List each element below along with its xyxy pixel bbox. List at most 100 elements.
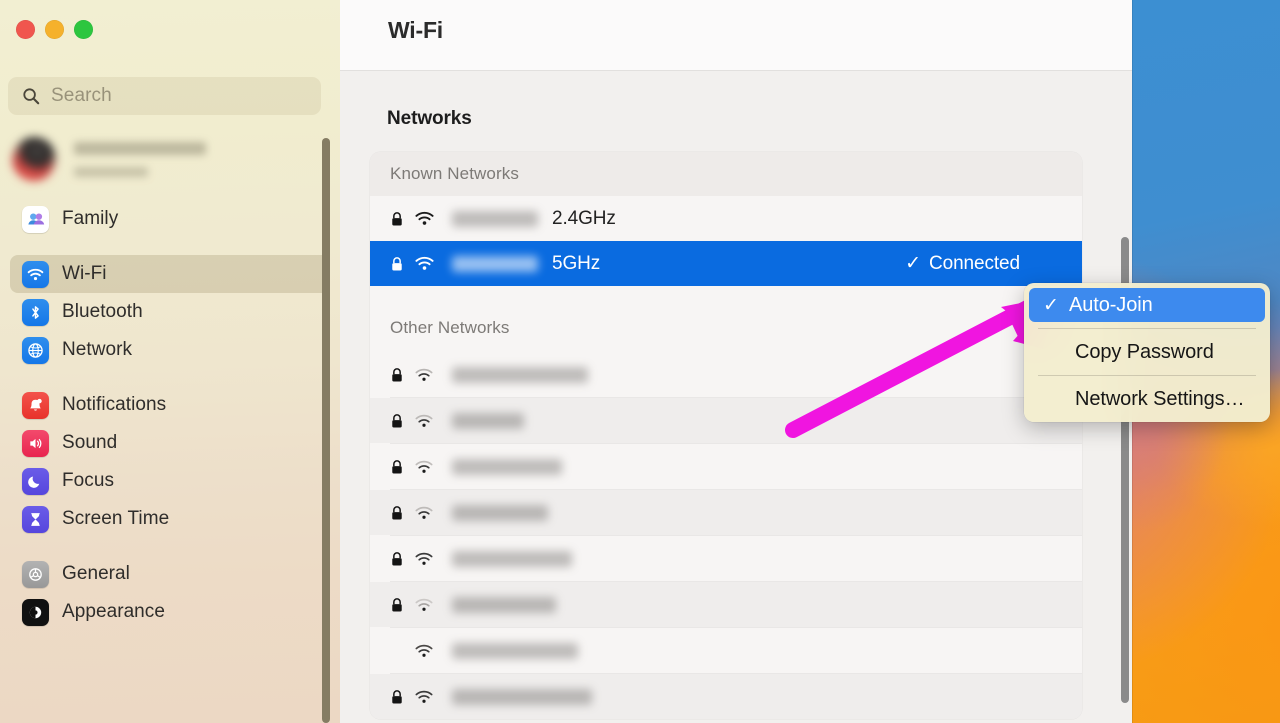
- family-icon: [22, 205, 49, 233]
- sidebar-item-bluetooth[interactable]: Bluetooth: [10, 293, 330, 331]
- lock-icon: [390, 413, 414, 429]
- lock-icon: [390, 551, 414, 567]
- table-row[interactable]: [370, 352, 1082, 397]
- sidebar-group-divider: [0, 538, 340, 555]
- wifi-signal-icon: [414, 459, 448, 475]
- table-row[interactable]: 5GHz ✓ Connected: [370, 241, 1082, 286]
- sidebar-item-screen-time[interactable]: Screen Time: [10, 500, 330, 538]
- lock-icon: [390, 459, 414, 475]
- page-title: Wi-Fi: [388, 17, 443, 43]
- wifi-signal-icon: [414, 367, 448, 383]
- sound-icon: [22, 429, 49, 457]
- menu-separator: [1038, 375, 1256, 376]
- account-name-redacted: [74, 141, 206, 155]
- table-row[interactable]: [370, 444, 1082, 489]
- checkmark-icon: ✓: [905, 253, 921, 274]
- account-row[interactable]: [12, 131, 312, 187]
- account-text: [74, 141, 206, 177]
- notifications-icon: [22, 391, 49, 419]
- menu-item-label: Network Settings…: [1075, 387, 1245, 410]
- sidebar-group-divider: [0, 369, 340, 386]
- search-icon: [22, 87, 40, 105]
- sidebar-item-label: Network: [62, 339, 133, 360]
- sidebar-item-label: General: [62, 563, 130, 584]
- sidebar-item-family[interactable]: Family: [10, 200, 330, 238]
- appearance-icon: [22, 598, 49, 626]
- window-controls: [16, 20, 93, 39]
- ssid-redacted: [452, 596, 556, 613]
- lock-icon: [390, 597, 414, 613]
- section-title: Networks: [387, 108, 472, 129]
- general-gear-icon: [22, 560, 49, 588]
- zoom-button[interactable]: [74, 20, 93, 39]
- lock-icon: [390, 367, 414, 383]
- group-header-known-networks: Known Networks: [370, 152, 1082, 196]
- table-row[interactable]: [370, 490, 1082, 535]
- ssid-redacted: [452, 504, 548, 521]
- search-input[interactable]: Search: [8, 77, 321, 115]
- sidebar: Search Family Wi-Fi Bluetooth Network No…: [0, 0, 340, 723]
- sidebar-group-divider: [0, 238, 340, 255]
- sidebar-item-label: Sound: [62, 432, 118, 453]
- menu-item-label: Auto-Join: [1069, 293, 1153, 316]
- wifi-icon: [22, 260, 49, 288]
- table-row[interactable]: [370, 582, 1082, 627]
- avatar: [12, 137, 56, 181]
- sidebar-item-label: Bluetooth: [62, 301, 143, 322]
- table-row[interactable]: 2.4GHz: [370, 196, 1082, 241]
- wifi-signal-icon: [414, 255, 448, 272]
- table-row[interactable]: [370, 536, 1082, 581]
- table-row[interactable]: [370, 398, 1082, 443]
- sidebar-item-label: Screen Time: [62, 508, 170, 529]
- wifi-signal-icon: [414, 210, 448, 227]
- sidebar-item-general[interactable]: General: [10, 555, 330, 593]
- wifi-signal-icon: [414, 689, 448, 705]
- table-row[interactable]: [370, 674, 1082, 719]
- connected-label: Connected: [928, 252, 1020, 274]
- focus-moon-icon: [22, 467, 49, 495]
- sidebar-item-sound[interactable]: Sound: [10, 424, 330, 462]
- network-globe-icon: [22, 336, 49, 364]
- group-header-other-networks: Other Networks: [390, 318, 510, 337]
- menu-item-label: Copy Password: [1075, 340, 1214, 363]
- close-button[interactable]: [16, 20, 35, 39]
- lock-icon: [390, 689, 414, 705]
- minimize-button[interactable]: [45, 20, 64, 39]
- content-pane: Wi-Fi Networks Known Networks 2.4GHz 5GH…: [340, 0, 1132, 723]
- lock-icon: [390, 256, 414, 272]
- wifi-signal-icon: [414, 597, 448, 613]
- ssid-redacted: [452, 458, 562, 475]
- lock-icon: [390, 505, 414, 521]
- sidebar-scrollbar[interactable]: [322, 138, 330, 723]
- wifi-signal-icon: [414, 505, 448, 521]
- screen-time-icon: [22, 505, 49, 533]
- menu-item-network-settings[interactable]: Network Settings…: [1029, 382, 1265, 416]
- ssid-redacted: [452, 642, 578, 659]
- sidebar-item-label: Focus: [62, 470, 114, 491]
- menu-separator: [1038, 328, 1256, 329]
- screen: Search Family Wi-Fi Bluetooth Network No…: [0, 0, 1280, 723]
- search-placeholder: Search: [51, 85, 112, 106]
- sidebar-item-focus[interactable]: Focus: [10, 462, 330, 500]
- lock-icon: [390, 211, 414, 227]
- sidebar-item-network[interactable]: Network: [10, 331, 330, 369]
- table-row[interactable]: [370, 628, 1082, 673]
- sidebar-item-label: Notifications: [62, 394, 167, 415]
- menu-item-auto-join[interactable]: ✓ Auto-Join: [1029, 288, 1265, 322]
- ssid-redacted: [452, 366, 588, 383]
- networks-card: Known Networks 2.4GHz 5GHz ✓ Connected O…: [370, 152, 1082, 719]
- ssid-redacted: [452, 688, 592, 705]
- sidebar-item-appearance[interactable]: Appearance: [10, 593, 330, 631]
- account-subtitle-redacted: [74, 166, 148, 177]
- sidebar-item-notifications[interactable]: Notifications: [10, 386, 330, 424]
- menu-item-copy-password[interactable]: Copy Password: [1029, 335, 1265, 369]
- network-band: 2.4GHz: [552, 207, 616, 229]
- sidebar-item-wi-fi[interactable]: Wi-Fi: [10, 255, 330, 293]
- bluetooth-icon: [22, 298, 49, 326]
- connected-status: ✓ Connected: [905, 252, 1020, 275]
- network-band: 5GHz: [552, 252, 601, 274]
- wifi-signal-icon: [414, 413, 448, 429]
- system-settings-window: Search Family Wi-Fi Bluetooth Network No…: [0, 0, 1132, 723]
- ssid-redacted: [452, 210, 538, 227]
- content-titlebar: [340, 0, 1132, 71]
